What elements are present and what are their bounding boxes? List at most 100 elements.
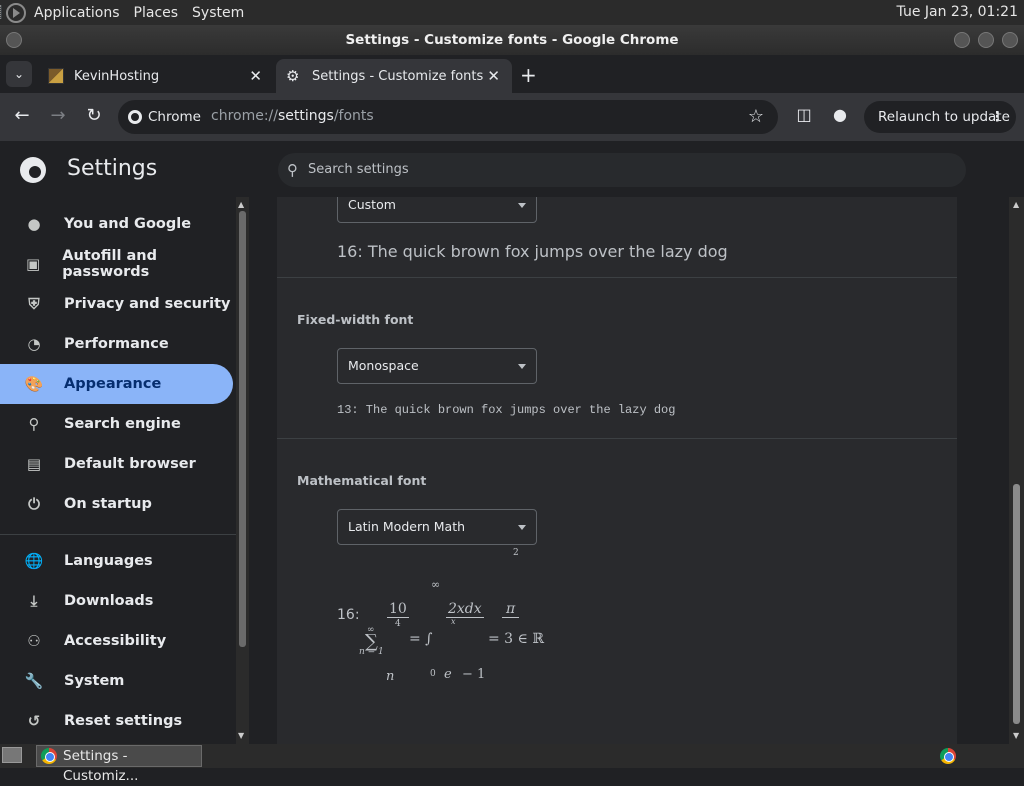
scroll-up-arrow-icon[interactable]: ▲ bbox=[1013, 200, 1019, 209]
custom-font-preview: 16: The quick brown fox jumps over the l… bbox=[337, 242, 728, 261]
sidebar-divider bbox=[0, 534, 236, 535]
settings-header: Settings ⚲ Search settings bbox=[0, 141, 1024, 197]
sidebar-item-downloads[interactable]: ⤓ Downloads bbox=[0, 581, 233, 621]
scrollbar-thumb[interactable] bbox=[239, 211, 246, 647]
tab-search-button[interactable]: ⌄ bbox=[6, 61, 32, 87]
sidebar-item-you-and-google[interactable]: ● You and Google bbox=[0, 204, 233, 244]
math-glyph: − 1 bbox=[462, 667, 486, 682]
tray-separator bbox=[0, 5, 2, 19]
back-icon[interactable]: ← bbox=[10, 105, 34, 126]
taskbar-chrome-window[interactable]: Settings - Customiz... bbox=[36, 745, 202, 784]
close-tab-icon[interactable]: ✕ bbox=[249, 67, 262, 85]
search-settings-input[interactable]: ⚲ Search settings bbox=[278, 153, 966, 187]
new-tab-button[interactable]: + bbox=[520, 63, 537, 87]
relaunch-button[interactable]: Relaunch to update ⋮ bbox=[864, 101, 1016, 133]
math-preview-prefix: 16: bbox=[337, 607, 360, 623]
math-glyph: ∞ bbox=[431, 578, 441, 591]
sidebar-item-reset[interactable]: ↺ Reset settings bbox=[0, 701, 233, 741]
history-icon: ↺ bbox=[27, 712, 41, 730]
bottom-taskbar: Settings - Customiz... bbox=[0, 744, 1024, 784]
more-menu-icon[interactable]: ⋮ bbox=[991, 101, 1005, 133]
show-desktop-icon[interactable] bbox=[2, 747, 22, 763]
tab-kevinhosting[interactable]: KevinHosting ✕ bbox=[38, 59, 274, 93]
math-font-heading: Mathematical font bbox=[297, 473, 427, 488]
speedometer-icon: ◔ bbox=[27, 335, 41, 353]
math-glyph: x bbox=[451, 617, 456, 626]
close-tab-icon[interactable]: ✕ bbox=[487, 67, 500, 85]
section-divider bbox=[277, 438, 957, 439]
select-value: Monospace bbox=[348, 358, 419, 373]
bookmark-star-icon[interactable]: ☆ bbox=[748, 106, 764, 127]
fixed-width-font-select[interactable]: Monospace bbox=[337, 348, 537, 384]
scroll-up-arrow-icon[interactable]: ▲ bbox=[238, 200, 244, 209]
select-value: Custom bbox=[348, 197, 396, 212]
address-bar[interactable]: Chrome chrome://settings/fonts ☆ bbox=[118, 100, 778, 134]
chrome-tray-icon[interactable] bbox=[940, 748, 956, 764]
page-title: Settings bbox=[67, 156, 158, 181]
search-icon: ⚲ bbox=[28, 415, 40, 433]
clipboard-icon: ▣ bbox=[26, 255, 41, 273]
math-glyph: = ∫ bbox=[409, 631, 433, 647]
clock[interactable]: Tue Jan 23, 01:21 bbox=[897, 4, 1018, 20]
chrome-icon bbox=[128, 110, 142, 124]
close-window-icon[interactable] bbox=[1002, 32, 1018, 48]
sidebar-item-appearance[interactable]: 🎨 Appearance bbox=[0, 364, 233, 404]
menu-system[interactable]: System bbox=[192, 5, 244, 21]
tab-settings-fonts[interactable]: ⚙ Settings - Customize fonts ✕ bbox=[276, 59, 512, 93]
side-panel-icon[interactable]: ◫ bbox=[792, 105, 816, 124]
gear-icon: ⚙ bbox=[286, 67, 300, 85]
sidebar-scrollbar[interactable]: ▲ ▼ bbox=[236, 197, 249, 744]
fixed-width-heading: Fixed-width font bbox=[297, 312, 414, 327]
window-menu-icon[interactable] bbox=[6, 32, 22, 48]
dropdown-arrow-icon bbox=[518, 203, 526, 208]
sidebar-item-system[interactable]: 🔧 System bbox=[0, 661, 233, 701]
settings-sidebar: ● You and Google ▣ Autofill and passwords … bbox=[0, 197, 236, 744]
sidebar-item-default-browser[interactable]: ▤ Default browser bbox=[0, 444, 233, 484]
url-text[interactable]: chrome://settings/fonts bbox=[211, 108, 374, 124]
menu-places[interactable]: Places bbox=[134, 5, 179, 21]
tab-label: Settings - Customize fonts bbox=[312, 68, 484, 84]
site-info-chip[interactable]: Chrome bbox=[128, 109, 201, 125]
main-scrollbar[interactable]: ▲ ▼ bbox=[1009, 197, 1024, 744]
profile-icon[interactable]: ● bbox=[828, 105, 852, 124]
math-glyph: n bbox=[386, 669, 395, 684]
sidebar-item-privacy[interactable]: ⛨ Privacy and security bbox=[0, 284, 233, 324]
custom-font-select[interactable]: Custom bbox=[337, 197, 537, 223]
sidebar-item-on-startup[interactable]: ⏻ On startup bbox=[0, 484, 233, 524]
kevinhosting-favicon-icon bbox=[48, 68, 64, 84]
sidebar-item-search-engine[interactable]: ⚲ Search engine bbox=[0, 404, 233, 444]
sidebar-item-label: System bbox=[64, 673, 125, 689]
search-placeholder: Search settings bbox=[308, 162, 409, 177]
sidebar-item-label: Accessibility bbox=[64, 633, 167, 649]
math-font-select[interactable]: Latin Modern Math bbox=[337, 509, 537, 545]
sidebar-item-accessibility[interactable]: ⚇ Accessibility bbox=[0, 621, 233, 661]
menu-applications[interactable]: Applications bbox=[34, 5, 120, 21]
scrollbar-thumb[interactable] bbox=[1013, 484, 1020, 724]
select-value: Latin Modern Math bbox=[348, 519, 466, 534]
forward-icon[interactable]: → bbox=[46, 105, 70, 126]
math-glyph: 2xdx bbox=[446, 601, 484, 618]
search-icon: ⚲ bbox=[287, 161, 298, 179]
tab-label: KevinHosting bbox=[74, 68, 160, 84]
sidebar-item-label: Privacy and security bbox=[64, 296, 231, 312]
scroll-down-arrow-icon[interactable]: ▼ bbox=[238, 731, 244, 740]
settings-main: Custom 16: The quick brown fox jumps ove… bbox=[249, 197, 1009, 744]
power-icon: ⏻ bbox=[28, 495, 40, 513]
minimize-icon[interactable] bbox=[954, 32, 970, 48]
browser-toolbar: ← → ↻ Chrome chrome://settings/fonts ☆ ◫… bbox=[0, 93, 1024, 141]
sidebar-item-label: Autofill and passwords bbox=[62, 248, 157, 280]
sidebar-item-autofill[interactable]: ▣ Autofill and passwords bbox=[0, 244, 233, 284]
reload-icon[interactable]: ↻ bbox=[82, 105, 106, 126]
maximize-icon[interactable] bbox=[978, 32, 994, 48]
sidebar-item-performance[interactable]: ◔ Performance bbox=[0, 324, 233, 364]
person-icon: ● bbox=[27, 215, 41, 233]
math-glyph: 4 bbox=[395, 619, 401, 629]
math-glyph: e bbox=[444, 667, 452, 682]
system-logo-icon[interactable] bbox=[6, 2, 26, 23]
math-glyph: n = 1 bbox=[359, 647, 384, 657]
scroll-down-arrow-icon[interactable]: ▼ bbox=[1013, 731, 1019, 740]
sidebar-item-label: Appearance bbox=[64, 376, 162, 392]
chrome-icon bbox=[41, 748, 57, 764]
system-top-bar: Applications Places System Tue Jan 23, 0… bbox=[0, 0, 1024, 25]
sidebar-item-languages[interactable]: 🌐 Languages bbox=[0, 541, 233, 581]
